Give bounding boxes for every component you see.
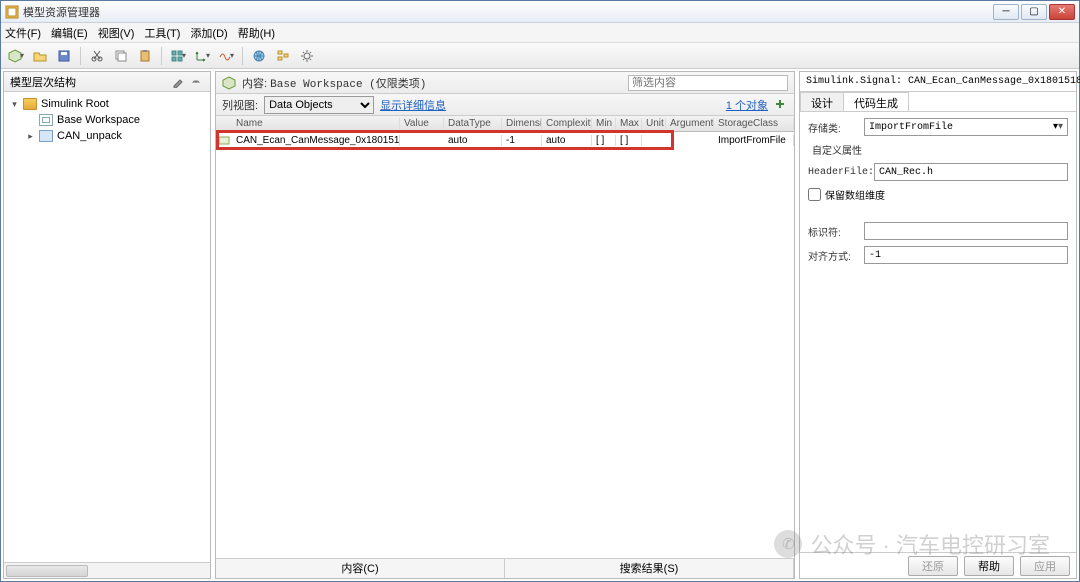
axes-button[interactable]: ▾ (191, 46, 213, 66)
filter-input[interactable] (628, 75, 788, 91)
row-icon (216, 134, 232, 146)
object-count-link[interactable]: 1 个对象 (726, 97, 768, 113)
menu-add[interactable]: 添加(D) (190, 25, 227, 41)
tree-header: 模型层次结构 (10, 74, 76, 90)
expand-icon[interactable]: ▾ (10, 100, 19, 109)
open-button[interactable] (29, 46, 51, 66)
tab-content[interactable]: 内容(C) (216, 559, 505, 578)
table-header: Name Value DataType Dimensions Complexit… (216, 116, 794, 132)
left-scrollbar[interactable] (4, 562, 210, 578)
menu-file[interactable]: 文件(F) (5, 25, 41, 41)
tree-link-icon[interactable] (188, 74, 204, 90)
help-button[interactable]: 帮助 (964, 556, 1014, 576)
show-details-link[interactable]: 显示详细信息 (380, 97, 446, 113)
apply-button[interactable]: 应用 (1020, 556, 1070, 576)
view-label: 列视图: (222, 97, 258, 113)
window-title: 模型资源管理器 (23, 4, 993, 20)
menu-help[interactable]: 帮助(H) (238, 25, 275, 41)
globe-button[interactable] (248, 46, 270, 66)
add-icon[interactable] (774, 98, 788, 112)
identifier-input[interactable] (864, 222, 1068, 240)
tab-codegen[interactable]: 代码生成 (843, 92, 909, 111)
menu-bar: 文件(F) 编辑(E) 视图(V) 工具(T) 添加(D) 帮助(H) (1, 23, 1079, 43)
alignment-label: 对齐方式: (808, 248, 858, 263)
data-table: Name Value DataType Dimensions Complexit… (216, 116, 794, 558)
tree-edit-icon[interactable] (170, 74, 186, 90)
menu-view[interactable]: 视图(V) (98, 25, 135, 41)
toolbar: ▾ ▾ ▾ ▾ (1, 43, 1079, 69)
expand-icon[interactable]: ▸ (26, 132, 35, 141)
signal-title: Simulink.Signal: CAN_Ecan_CanMessage_0x1… (800, 72, 1076, 92)
minimize-button[interactable]: ─ (993, 4, 1019, 20)
app-icon (5, 5, 19, 19)
title-bar: 模型资源管理器 ─ ▢ ✕ (1, 1, 1079, 23)
content-label: 内容: Base Workspace (仅限类项) (242, 75, 426, 91)
identifier-label: 标识符: (808, 224, 858, 239)
tab-search-results[interactable]: 搜索结果(S) (505, 559, 794, 578)
header-file-input[interactable]: CAN_Rec.h (874, 163, 1068, 181)
tree-pane: 模型层次结构 ▾ Simulink Root Base Workspace ▸ (3, 71, 211, 579)
header-file-label: HeaderFile: (808, 167, 868, 178)
save-button[interactable] (53, 46, 75, 66)
copy-button[interactable] (110, 46, 132, 66)
tab-design[interactable]: 设计 (800, 92, 844, 111)
tree-node-base-workspace[interactable]: Base Workspace (26, 112, 204, 128)
properties-pane: Simulink.Signal: CAN_Ecan_CanMessage_0x1… (799, 71, 1077, 579)
storage-class-label: 存储类: (808, 120, 858, 135)
tree-root[interactable]: ▾ Simulink Root (10, 96, 204, 112)
alignment-input[interactable]: -1 (864, 246, 1068, 264)
revert-button[interactable]: 还原 (908, 556, 958, 576)
grid-button[interactable]: ▾ (167, 46, 189, 66)
gear-button[interactable] (296, 46, 318, 66)
storage-class-dropdown[interactable]: ImportFromFile▾ (864, 118, 1068, 136)
block-icon (39, 130, 53, 142)
tree-node-can-unpack[interactable]: ▸ CAN_unpack (26, 128, 204, 144)
column-view-select[interactable]: Data Objects (264, 96, 374, 114)
cube-icon (222, 76, 236, 90)
menu-edit[interactable]: 编辑(E) (51, 25, 88, 41)
workspace-icon (39, 114, 53, 126)
new-model-button[interactable]: ▾ (5, 46, 27, 66)
content-pane: 内容: Base Workspace (仅限类项) 列视图: Data Obje… (215, 71, 795, 579)
preserve-dims-checkbox[interactable]: 保留数组维度 (808, 187, 1068, 202)
folder-tree-button[interactable] (272, 46, 294, 66)
table-row[interactable]: CAN_Ecan_CanMessage_0x18015182 auto -1 a… (216, 132, 794, 148)
wave-button[interactable]: ▾ (215, 46, 237, 66)
simulink-icon (23, 98, 37, 110)
maximize-button[interactable]: ▢ (1021, 4, 1047, 20)
close-button[interactable]: ✕ (1049, 4, 1075, 20)
menu-tools[interactable]: 工具(T) (144, 25, 180, 41)
custom-props-label: 自定义属性 (812, 142, 1068, 157)
paste-button[interactable] (134, 46, 156, 66)
cut-button[interactable] (86, 46, 108, 66)
